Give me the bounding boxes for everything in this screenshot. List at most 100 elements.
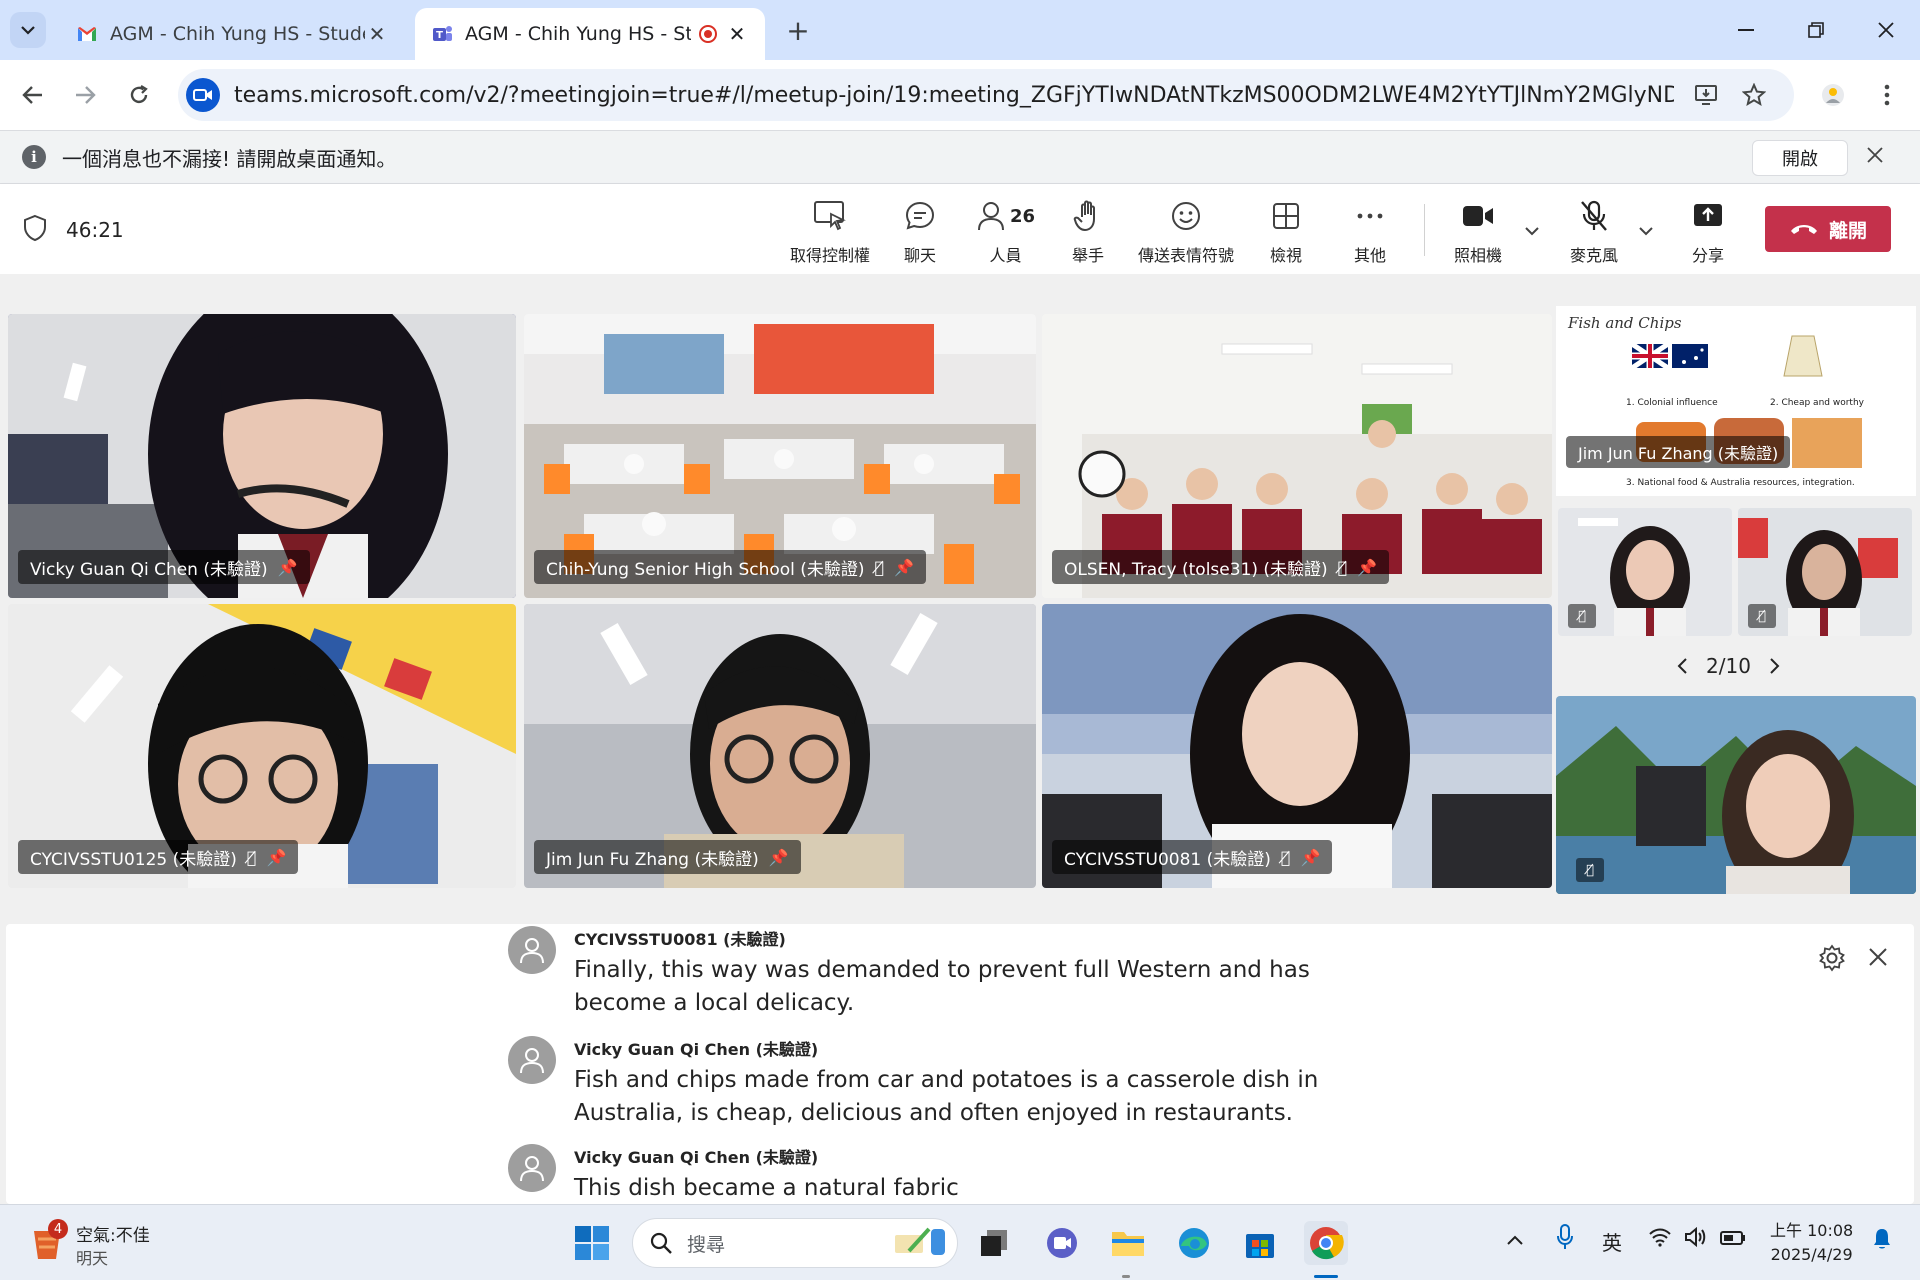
battery-button[interactable] bbox=[1720, 1227, 1746, 1251]
wifi-button[interactable] bbox=[1648, 1227, 1672, 1252]
smiley-icon bbox=[1172, 202, 1200, 230]
pager-text: 2/10 bbox=[1706, 654, 1751, 678]
pin-icon: 📌 bbox=[266, 847, 287, 867]
raise-hand-icon bbox=[1073, 200, 1095, 232]
back-button[interactable] bbox=[12, 74, 54, 116]
camera-button[interactable]: 照相機 bbox=[1454, 196, 1502, 266]
tab-search-button[interactable] bbox=[10, 12, 46, 48]
shared-content-tile[interactable]: Fish and Chips 1. Colonial influence 2. … bbox=[1556, 306, 1916, 496]
chevron-left-icon[interactable] bbox=[1676, 657, 1688, 675]
extension-button[interactable] bbox=[1812, 74, 1854, 116]
person-icon bbox=[520, 1048, 544, 1074]
people-icon bbox=[978, 202, 1004, 231]
browser-tabstrip: AGM - Chih Yung HS - Studen ✕ T AGM - Ch… bbox=[0, 0, 1920, 60]
take-control-button[interactable]: 取得控制權 bbox=[790, 196, 870, 266]
taskbar-search[interactable]: 搜尋 bbox=[632, 1218, 958, 1268]
chevron-right-icon[interactable] bbox=[1769, 657, 1781, 675]
leave-meeting-button[interactable]: 離開 bbox=[1765, 206, 1891, 252]
video-tile[interactable]: Chih-Yung Senior High School (未驗證) 🎙̸ 📌 bbox=[524, 314, 1036, 598]
teams-chat-taskbar-button[interactable] bbox=[1040, 1221, 1084, 1265]
browser-tab-gmail[interactable]: AGM - Chih Yung HS - Studen ✕ bbox=[60, 8, 405, 60]
install-app-icon bbox=[1695, 85, 1717, 105]
meeting-timer: 46:21 bbox=[66, 218, 124, 242]
pin-icon: 📌 bbox=[1300, 847, 1321, 867]
tab-close-icon[interactable]: ✕ bbox=[365, 22, 389, 46]
notifications-button[interactable] bbox=[1872, 1227, 1892, 1256]
close-window-button[interactable] bbox=[1852, 0, 1920, 60]
infobar-message: 一個消息也不漏接! 請開啟桌面通知。 bbox=[62, 146, 397, 171]
participant-name: Jim Jun Fu Zhang (未驗證) bbox=[546, 849, 759, 870]
input-method-indicator[interactable]: 英 bbox=[1602, 1227, 1622, 1256]
video-tile[interactable]: Jim Jun Fu Zhang (未驗證) 📌 bbox=[524, 604, 1036, 888]
reactions-label: 傳送表情符號 bbox=[1138, 246, 1235, 265]
extension-icon bbox=[1822, 84, 1844, 106]
presenter-nametag: Jim Jun Fu Zhang (未驗證) bbox=[1566, 436, 1791, 468]
more-button[interactable]: 其他 bbox=[1354, 196, 1386, 266]
mini-video-tile[interactable]: 🎙̸ bbox=[1558, 508, 1732, 636]
caption-speaker: Vicky Guan Qi Chen (未驗證) bbox=[574, 1040, 819, 1059]
raise-hand-button[interactable]: 舉手 bbox=[1072, 196, 1104, 266]
browser-tab-teams[interactable]: T AGM - Chih Yung HS - Stu ✕ bbox=[415, 8, 765, 60]
reload-button[interactable] bbox=[118, 74, 160, 116]
address-bar[interactable]: teams.microsoft.com/v2/?meetingjoin=true… bbox=[178, 69, 1794, 121]
participant-name: OLSEN, Tracy (tolse31) (未驗證) bbox=[1064, 559, 1328, 580]
microphone-tray-button[interactable] bbox=[1556, 1223, 1574, 1256]
chrome-taskbar-button[interactable] bbox=[1304, 1221, 1348, 1265]
install-app-button[interactable] bbox=[1686, 75, 1726, 115]
slide-caption: 2. Cheap and worthy bbox=[1770, 398, 1864, 408]
task-view-button[interactable] bbox=[972, 1221, 1016, 1265]
caption-text: Fish and chips made from car and potatoe… bbox=[574, 1067, 1319, 1126]
video-tile[interactable]: CYCIVSSTU0125 (未驗證) 🎙̸ 📌 bbox=[8, 604, 516, 888]
view-button[interactable]: 檢視 bbox=[1270, 196, 1302, 266]
leave-label: 離開 bbox=[1828, 219, 1867, 242]
mini-video-tile[interactable]: 🎙̸ bbox=[1738, 508, 1912, 636]
chevron-down-icon bbox=[21, 26, 35, 35]
tab-title: AGM - Chih Yung HS - Studen bbox=[110, 23, 365, 45]
pin-icon: 📌 bbox=[1357, 557, 1378, 577]
people-button[interactable]: 26 人員 bbox=[976, 196, 1035, 266]
folder-icon bbox=[1112, 1232, 1144, 1256]
app-active-indicator bbox=[1314, 1275, 1338, 1278]
system-clock[interactable]: 上午 10:08 2025/4/29 bbox=[1770, 1219, 1853, 1267]
new-tab-button[interactable]: + bbox=[780, 12, 816, 48]
caption-settings-button[interactable] bbox=[1818, 944, 1846, 979]
video-tile[interactable]: OLSEN, Tracy (tolse31) (未驗證) 🎙̸ 📌 bbox=[1042, 314, 1552, 598]
site-info-icon[interactable] bbox=[186, 78, 220, 112]
share-button[interactable]: 分享 bbox=[1692, 196, 1724, 266]
search-icon bbox=[650, 1232, 672, 1254]
chrome-menu-button[interactable] bbox=[1866, 74, 1908, 116]
video-tile[interactable]: CYCIVSSTU0081 (未驗證) 🎙̸ 📌 bbox=[1042, 604, 1552, 888]
close-captions-button[interactable] bbox=[1868, 944, 1888, 974]
reactions-button[interactable]: 傳送表情符號 bbox=[1138, 196, 1234, 266]
bookmark-star-button[interactable] bbox=[1734, 75, 1774, 115]
participant-nametag: OLSEN, Tracy (tolse31) (未驗證) 🎙̸ 📌 bbox=[1052, 550, 1390, 584]
clock-date: 2025/4/29 bbox=[1770, 1245, 1853, 1264]
notification-infobar: i 一個消息也不漏接! 請開啟桌面通知。 開啟 bbox=[0, 130, 1920, 184]
hang-up-icon bbox=[1790, 225, 1817, 234]
edge-browser-button[interactable] bbox=[1172, 1221, 1216, 1265]
mini-video-tile[interactable]: 🎙̸ bbox=[1556, 696, 1916, 894]
caption-speaker: Vicky Guan Qi Chen (未驗證) bbox=[574, 1148, 819, 1167]
camera-options-chevron[interactable] bbox=[1524, 220, 1540, 241]
caption-speaker: CYCIVSSTU0081 (未驗證) bbox=[574, 930, 786, 949]
store-button[interactable] bbox=[1238, 1221, 1282, 1265]
minimize-button[interactable] bbox=[1712, 0, 1780, 60]
volume-button[interactable] bbox=[1684, 1226, 1708, 1252]
participant-name: Chih-Yung Senior High School (未驗證) bbox=[546, 559, 865, 580]
start-button[interactable] bbox=[570, 1221, 614, 1265]
tray-overflow-button[interactable] bbox=[1506, 1227, 1524, 1251]
mic-options-chevron[interactable] bbox=[1638, 220, 1654, 241]
restore-button[interactable] bbox=[1782, 0, 1850, 60]
take-control-icon bbox=[814, 201, 846, 231]
infobar-close-button[interactable] bbox=[1866, 141, 1884, 171]
enable-notifications-button[interactable]: 開啟 bbox=[1752, 140, 1848, 176]
file-explorer-button[interactable] bbox=[1106, 1221, 1150, 1265]
shield-icon bbox=[24, 214, 46, 242]
tab-close-icon[interactable]: ✕ bbox=[725, 22, 749, 46]
video-tile[interactable]: Vicky Guan Qi Chen (未驗證) 📌 bbox=[8, 314, 516, 598]
forward-button[interactable] bbox=[64, 74, 106, 116]
speaker-icon bbox=[1685, 1226, 1706, 1248]
microphone-button[interactable]: 麥克風 bbox=[1570, 196, 1618, 266]
chat-button[interactable]: 聊天 bbox=[904, 196, 936, 266]
tab-title: AGM - Chih Yung HS - Stu bbox=[465, 23, 691, 45]
